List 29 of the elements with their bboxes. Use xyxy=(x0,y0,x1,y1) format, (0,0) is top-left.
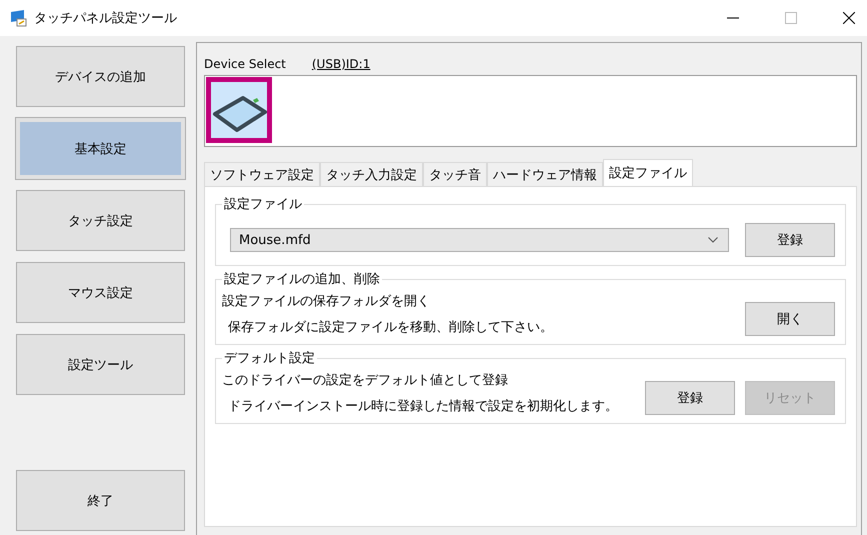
action-button[interactable]: 登録 xyxy=(645,381,735,415)
sidebar-button[interactable]: マウス設定 xyxy=(16,262,185,323)
device-select-label: Device Select xyxy=(204,57,286,71)
device-id-link[interactable]: (USB)ID:1 xyxy=(312,57,370,71)
sidebar-button[interactable]: タッチ設定 xyxy=(16,190,185,251)
exit-button[interactable]: 終了 xyxy=(16,470,185,531)
group-title: デフォルト設定 xyxy=(223,350,316,367)
tab[interactable]: ハードウェア情報 xyxy=(487,162,603,186)
description-text: 保存フォルダに設定ファイルを移動、削除して下さい。 xyxy=(227,319,554,336)
sidebar-button[interactable]: 設定ツール xyxy=(16,334,185,395)
chevron-down-icon xyxy=(708,237,718,243)
register-button[interactable]: 登録 xyxy=(745,223,835,257)
tab[interactable]: タッチ入力設定 xyxy=(320,162,423,186)
close-icon[interactable] xyxy=(843,12,855,24)
sidebar-button[interactable]: 基本設定 xyxy=(16,118,185,179)
device-tile[interactable] xyxy=(206,77,272,143)
tab[interactable]: ソフトウェア設定 xyxy=(204,162,320,186)
file-dropdown[interactable]: Mouse.mfd xyxy=(230,228,729,252)
description-text: このドライバーの設定をデフォルト値として登録 xyxy=(222,372,509,389)
group-title: 設定ファイルの追加、削除 xyxy=(223,271,381,288)
action-button[interactable]: 開く xyxy=(745,302,835,336)
tab[interactable]: 設定ファイル xyxy=(603,159,693,186)
sidebar-button[interactable]: デバイスの追加 xyxy=(16,46,185,107)
description-text: ドライバーインストール時に登録した情報で設定を初期化します。 xyxy=(227,398,619,415)
app-icon xyxy=(10,9,28,27)
tab[interactable]: タッチ音 xyxy=(423,162,487,186)
description-text: 設定ファイルの保存フォルダを開く xyxy=(222,293,431,310)
group-title: 設定ファイル xyxy=(223,196,303,213)
window-title: タッチパネル設定ツール xyxy=(34,10,177,27)
